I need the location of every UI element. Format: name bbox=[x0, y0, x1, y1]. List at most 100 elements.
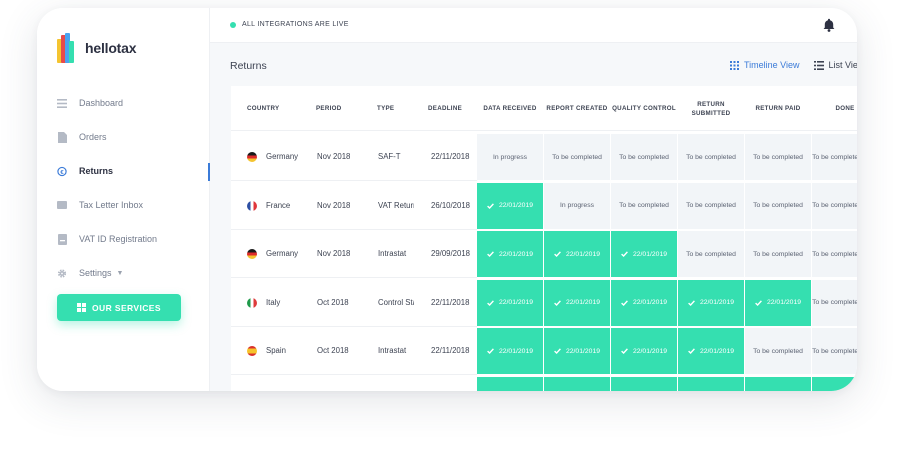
stage-cell[interactable] bbox=[812, 376, 857, 391]
stage-cell[interactable]: 22/01/2019 bbox=[477, 182, 543, 229]
stage-cell[interactable]: 22/01/2019 bbox=[477, 328, 543, 374]
sidebar-item-vat-id-registration[interactable]: VAT ID Registration bbox=[37, 222, 210, 256]
check-icon bbox=[621, 299, 628, 306]
sidebar-item-label: VAT ID Registration bbox=[79, 234, 158, 244]
check-icon bbox=[487, 348, 494, 354]
stage-status-text: 22/01/2019 bbox=[498, 347, 534, 355]
stage-status-text: 22/01/2019 bbox=[498, 299, 534, 306]
sidebar-item-orders[interactable]: Orders bbox=[37, 120, 210, 154]
sidebar-item-label: Settings bbox=[79, 268, 112, 278]
stage-cell[interactable]: To be completed bbox=[812, 279, 857, 326]
stage-cell[interactable]: To be completed bbox=[812, 134, 857, 180]
type-cell: VAT Return bbox=[378, 200, 414, 210]
flag-de-icon bbox=[247, 152, 257, 162]
deadline-cell: 22/11/2018 bbox=[431, 297, 470, 307]
gear-icon bbox=[57, 268, 67, 278]
type-cell: Intrastat bbox=[378, 346, 407, 355]
stage-cell[interactable]: In progress bbox=[477, 134, 543, 180]
stage-cell[interactable]: In progress bbox=[544, 182, 610, 229]
column-header-quality-control[interactable]: QUALITY CONTROL bbox=[611, 86, 677, 131]
stage-cell[interactable]: 22/01/2019 bbox=[745, 279, 811, 326]
status-text: ALL INTEGRATIONS ARE LIVE bbox=[242, 21, 349, 28]
table-row[interactable]: Germany Nov 2018 SAF-T 22/11/2018 In progres… bbox=[231, 133, 857, 181]
stage-cell[interactable]: 22/01/2019 bbox=[544, 328, 610, 374]
sidebar-item-tax-letter-inbox[interactable]: Tax Letter Inbox bbox=[37, 188, 210, 222]
stage-cell[interactable]: 22/01/2019 bbox=[611, 279, 677, 326]
stage-cell[interactable]: To be completed bbox=[745, 328, 811, 374]
stage-cell[interactable] bbox=[611, 376, 677, 391]
column-header-country[interactable]: COUNTRY bbox=[247, 86, 307, 131]
stage-status-text: To be completed bbox=[812, 250, 857, 258]
column-header-data-received[interactable]: DATA RECEIVED bbox=[477, 86, 543, 131]
stage-cell[interactable]: To be completed bbox=[611, 134, 677, 180]
stage-cell[interactable]: 22/01/2019 bbox=[544, 231, 610, 277]
table-row[interactable]: Italy Oct 2018 Control Statement 22/11/2018… bbox=[231, 279, 857, 327]
period-cell: Nov 2018 bbox=[317, 200, 351, 210]
stage-cell[interactable]: 22/01/2019 bbox=[477, 279, 543, 326]
stage-cell[interactable]: To be completed bbox=[611, 182, 677, 229]
table-row[interactable]: France Nov 2018 VAT Return 26/10/2018 22/01/… bbox=[231, 182, 857, 230]
bell-icon[interactable] bbox=[823, 18, 835, 32]
country-cell: France bbox=[266, 200, 291, 210]
flag-de-icon bbox=[247, 249, 257, 259]
stage-status-text: In progress bbox=[559, 202, 594, 209]
sidebar-item-label: Tax Letter Inbox bbox=[79, 200, 144, 210]
stage-cell[interactable] bbox=[745, 376, 811, 391]
stage-cell[interactable]: To be completed bbox=[678, 182, 744, 229]
brand-logo[interactable]: hellotax bbox=[57, 33, 137, 63]
stage-cell[interactable]: To be completed bbox=[745, 134, 811, 180]
stage-cell[interactable] bbox=[678, 376, 744, 391]
list-view-button[interactable]: List View bbox=[813, 60, 857, 70]
check-icon bbox=[621, 348, 628, 354]
column-header-return-submitted[interactable]: RETURN SUBMITTED bbox=[678, 86, 744, 131]
country-cell: Italy bbox=[266, 297, 281, 307]
column-header-type[interactable]: TYPE bbox=[377, 86, 427, 131]
stage-cell[interactable]: To be completed bbox=[745, 182, 811, 229]
grid-icon bbox=[730, 60, 739, 70]
app-window: hellotax Dashboard Orders € Returns Tax … bbox=[37, 8, 857, 391]
sidebar-item-settings[interactable]: Settings ▼ bbox=[37, 256, 210, 290]
document-icon bbox=[57, 131, 67, 143]
column-header-deadline[interactable]: DEADLINE bbox=[428, 86, 468, 131]
stage-cell[interactable]: 22/01/2019 bbox=[611, 231, 677, 277]
stage-cell[interactable]: To be completed bbox=[812, 328, 857, 374]
stage-cell[interactable]: To be completed bbox=[812, 182, 857, 229]
column-header-report-created[interactable]: REPORT CREATED bbox=[544, 86, 610, 131]
timeline-view-button[interactable]: Timeline View bbox=[730, 60, 800, 70]
view-switcher: Timeline View List View bbox=[730, 60, 857, 70]
stage-status-text: In progress bbox=[492, 153, 527, 161]
sidebar-item-returns[interactable]: € Returns bbox=[37, 154, 210, 188]
stage-cell[interactable] bbox=[544, 376, 610, 391]
grid-icon bbox=[77, 303, 87, 312]
table-row[interactable]: Spain Oct 2018 Intrastat 22/11/2018 22/01/20… bbox=[231, 327, 857, 375]
sidebar-item-label: Dashboard bbox=[79, 98, 124, 108]
logo-icon bbox=[57, 33, 77, 63]
stage-cell[interactable]: 22/01/2019 bbox=[611, 328, 677, 374]
country-cell: Germany bbox=[266, 152, 299, 161]
stage-cell[interactable]: 22/01/2019 bbox=[544, 279, 610, 326]
our-services-label: OUR SERVICES bbox=[92, 302, 161, 313]
stage-cell[interactable]: To be completed bbox=[812, 231, 857, 277]
check-icon bbox=[688, 299, 695, 306]
stage-cell[interactable]: 22/01/2019 bbox=[678, 279, 744, 326]
chevron-down-icon: ▼ bbox=[116, 269, 124, 277]
stage-cell[interactable]: To be completed bbox=[678, 134, 744, 180]
column-header-period[interactable]: PERIOD bbox=[316, 86, 366, 131]
table-row-partial[interactable] bbox=[231, 376, 857, 391]
stage-status-text: To be completed bbox=[619, 153, 669, 161]
stage-cell[interactable]: To be completed bbox=[745, 231, 811, 277]
our-services-button[interactable]: OUR SERVICES bbox=[57, 294, 181, 321]
stage-status-text: 22/01/2019 bbox=[699, 299, 735, 306]
check-icon bbox=[487, 202, 494, 209]
stage-cell[interactable] bbox=[477, 376, 543, 391]
column-header-return-paid[interactable]: RETURN PAID bbox=[745, 86, 811, 131]
stage-cell[interactable]: 22/01/2019 bbox=[678, 328, 744, 374]
table-row[interactable]: Germany Nov 2018 Intrastat 29/09/2018 22/01/… bbox=[231, 230, 857, 278]
stage-status-text: To be completed bbox=[753, 202, 803, 209]
flag-es-icon bbox=[247, 346, 257, 356]
column-header-done[interactable]: DONE bbox=[812, 86, 857, 131]
sidebar-item-dashboard[interactable]: Dashboard bbox=[37, 86, 210, 120]
stage-cell[interactable]: 22/01/2019 bbox=[477, 231, 543, 277]
stage-cell[interactable]: To be completed bbox=[544, 134, 610, 180]
stage-cell[interactable]: To be completed bbox=[678, 231, 744, 277]
